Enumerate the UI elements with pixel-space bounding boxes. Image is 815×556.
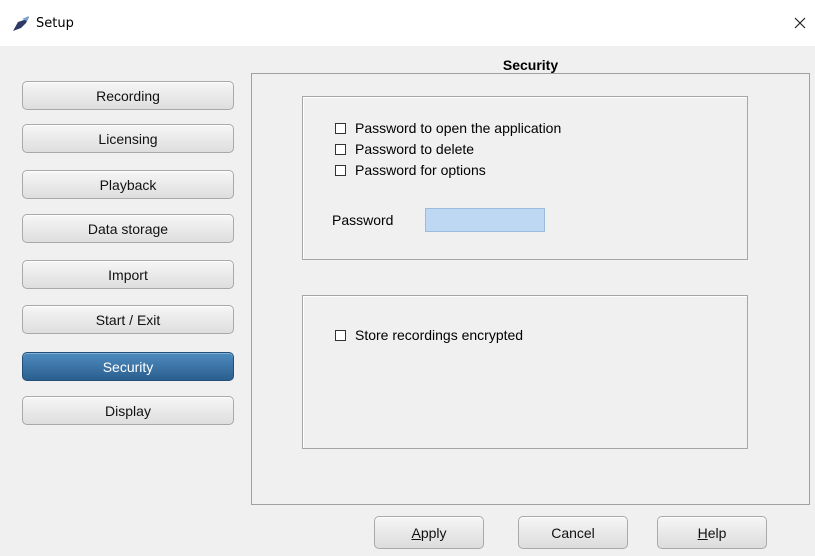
delete-password-option[interactable]: Password to delete xyxy=(335,141,474,157)
nav-label: Recording xyxy=(96,87,160,104)
nav-label: Data storage xyxy=(87,220,169,237)
encryption-group xyxy=(302,295,748,449)
apply-button[interactable]: Apply xyxy=(374,516,484,549)
window-title: Setup xyxy=(36,16,74,31)
app-icon xyxy=(12,16,30,32)
apply-label: pply xyxy=(420,524,447,541)
nav-security-button[interactable]: Security xyxy=(22,352,234,381)
nav-import-button[interactable]: Import xyxy=(22,260,234,289)
apply-mnemonic: A xyxy=(411,524,421,541)
nav-label: Start / Exit xyxy=(95,311,161,328)
open-app-password-checkbox[interactable] xyxy=(335,122,346,134)
title-bar: Setup xyxy=(0,0,815,46)
help-button[interactable]: Help xyxy=(657,516,767,549)
nav-data-storage-button[interactable]: Data storage xyxy=(22,214,234,243)
close-icon xyxy=(794,17,806,29)
nav-display-button[interactable]: Display xyxy=(22,396,234,425)
nav-licensing-button[interactable]: Licensing xyxy=(22,124,234,153)
nav-recording-button[interactable]: Recording xyxy=(22,81,234,110)
nav-label: Security xyxy=(102,358,154,375)
nav-label: Import xyxy=(108,266,148,283)
checkbox-label: Store recordings encrypted xyxy=(355,327,524,343)
cancel-button[interactable]: Cancel xyxy=(518,516,628,549)
password-label: Password xyxy=(332,212,394,228)
options-password-option[interactable]: Password for options xyxy=(335,162,486,178)
open-app-password-option[interactable]: Password to open the application xyxy=(335,120,561,136)
checkbox-label: Password to open the application xyxy=(355,120,562,136)
close-button[interactable] xyxy=(785,8,815,38)
password-input[interactable] xyxy=(425,208,545,232)
nav-label: Display xyxy=(105,402,151,419)
store-encrypted-option[interactable]: Store recordings encrypted xyxy=(335,327,523,343)
nav-start-exit-button[interactable]: Start / Exit xyxy=(22,305,234,334)
store-encrypted-checkbox[interactable] xyxy=(335,329,346,341)
cancel-label: Cancel xyxy=(551,524,595,541)
checkbox-label: Password for options xyxy=(355,162,486,178)
options-password-checkbox[interactable] xyxy=(335,164,346,176)
section-title: Security xyxy=(502,57,559,73)
nav-label: Licensing xyxy=(98,130,158,147)
nav-playback-button[interactable]: Playback xyxy=(22,170,234,199)
help-label: elp xyxy=(707,524,727,541)
delete-password-checkbox[interactable] xyxy=(335,143,346,155)
nav-label: Playback xyxy=(99,176,157,193)
checkbox-label: Password to delete xyxy=(355,141,475,157)
help-mnemonic: H xyxy=(697,524,708,541)
